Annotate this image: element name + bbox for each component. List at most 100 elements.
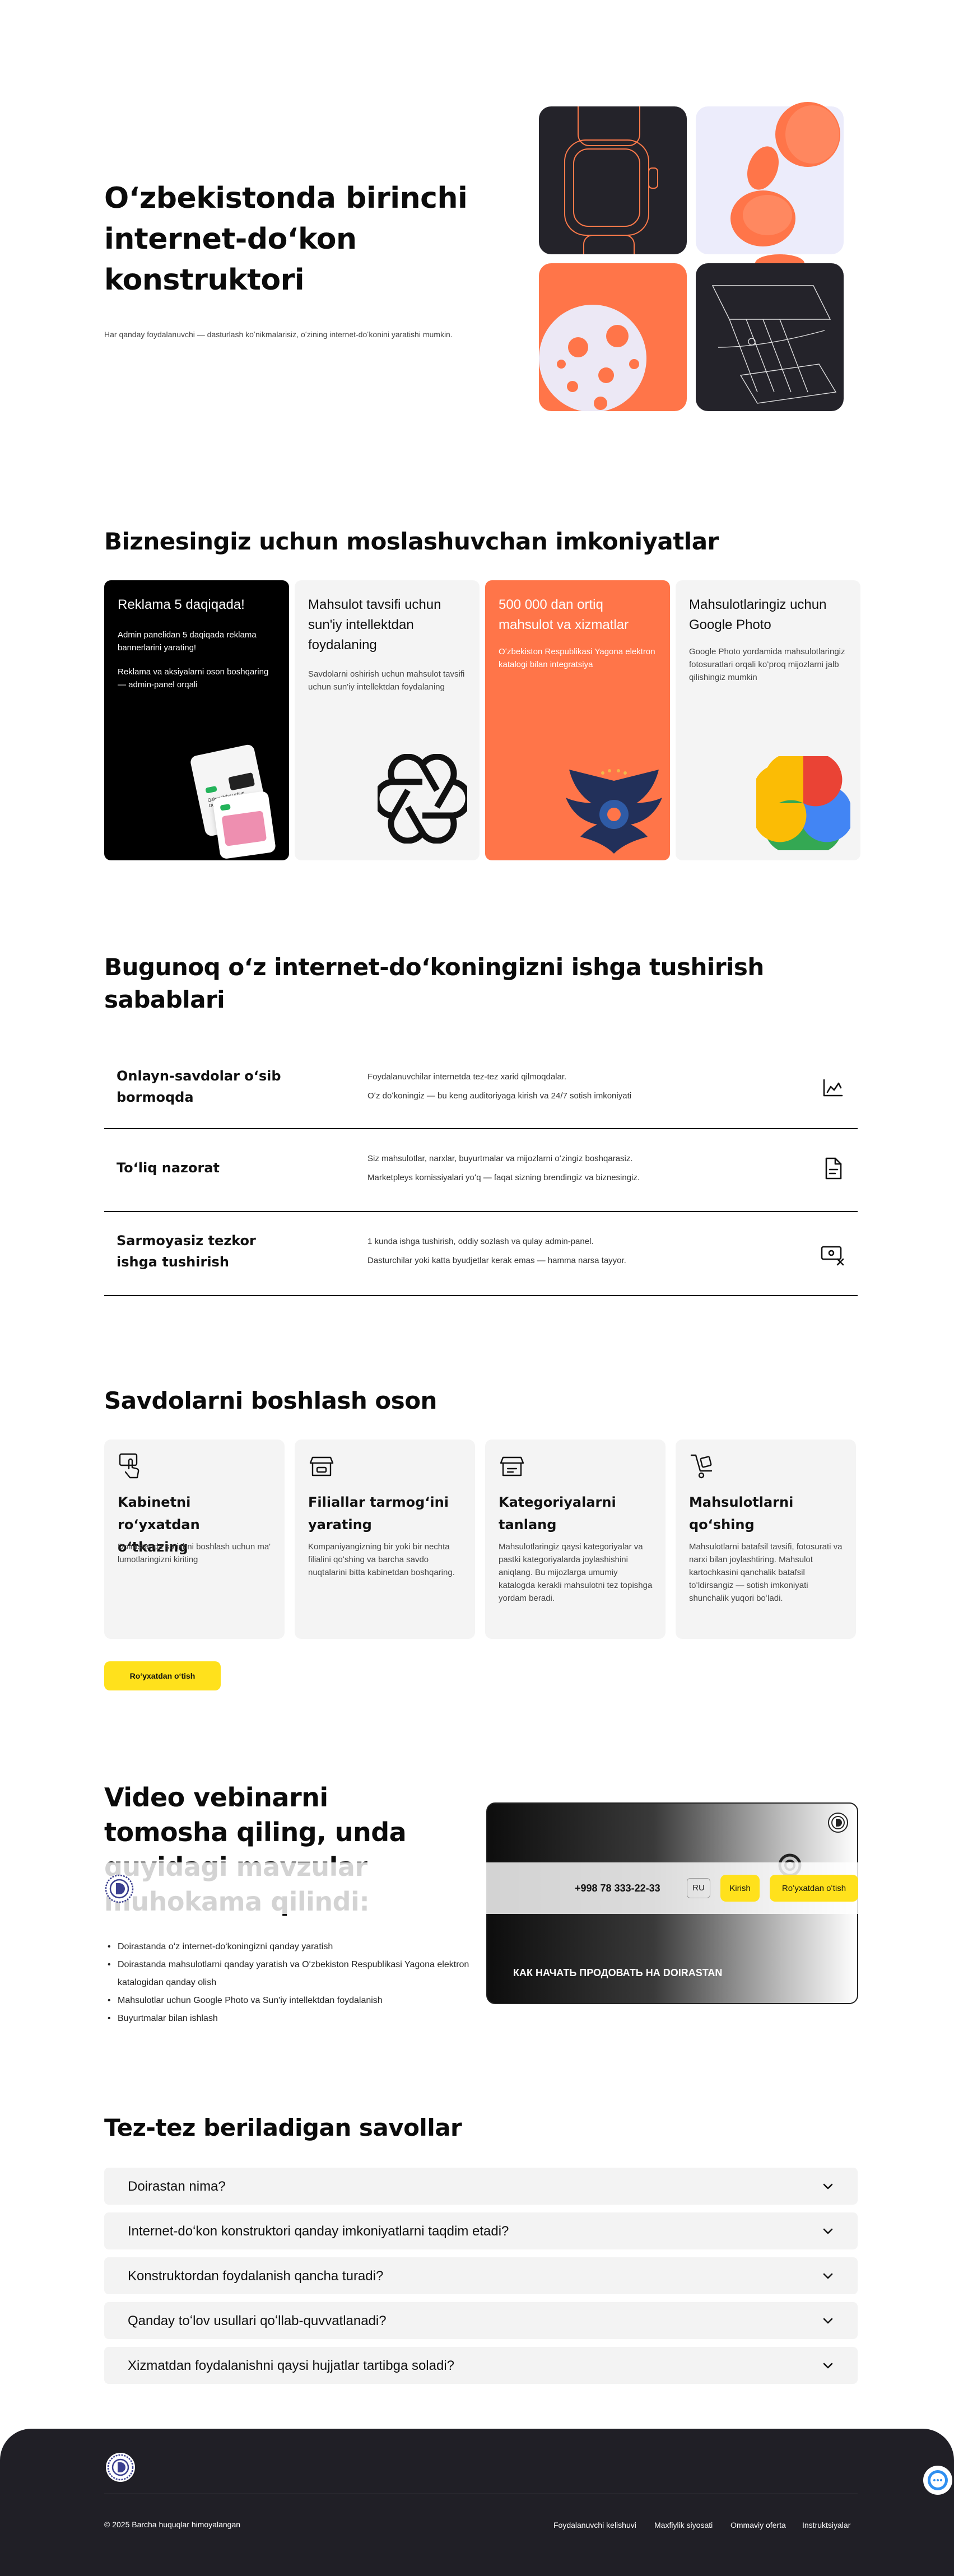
- header-bar: +998 78 333-22-33 RU Kirish Roʻyxatdan o…: [0, 1862, 954, 1914]
- step-title: Filiallar tarmogʻini yarating: [308, 1494, 449, 1532]
- chevron-down-icon: [823, 2273, 833, 2279]
- step-card: Kabinetni roʻyxatdan oʻtkazing Doirastan…: [104, 1440, 285, 1639]
- footer-copyright: © 2025 Barcha huquqlar himoyalangan: [104, 2520, 241, 2529]
- step-card: Mahsulotlarni qoʻshing Mahsulotlarni bat…: [676, 1440, 856, 1639]
- footer-link-user-agreement[interactable]: Foydalanuvchi kelishuvi: [553, 2520, 636, 2530]
- faq-item[interactable]: Konstruktordan foydalanish qancha turadi…: [104, 2257, 858, 2294]
- hero-title: Oʻzbekistonda birinchi internet-doʻkon k…: [104, 181, 468, 297]
- faq-item[interactable]: Internet-doʻkon konstruktori qanday imko…: [104, 2212, 858, 2249]
- faq-item[interactable]: Doirastan nima?: [104, 2168, 858, 2205]
- chat-widget-button[interactable]: [923, 2466, 952, 2495]
- list-item: Buyurtmalar bilan ishlash: [104, 2010, 474, 2028]
- google-photos-icon: [756, 756, 850, 850]
- feature-title: 500 000 dan ortiq mahsulot va xizmatlar: [499, 597, 629, 632]
- reasons-title: Bugunoq oʻz internet-doʻkoningizni ishga…: [104, 953, 764, 1013]
- footer-link-offer[interactable]: Ommaviy oferta: [730, 2520, 786, 2530]
- login-button[interactable]: Kirish: [720, 1875, 760, 1902]
- reason-desc: Siz mahsulotlar, narxlar, buyurtmalar va…: [367, 1154, 633, 1163]
- step-desc: Doirastanda sotishni boshlash uchun ma' …: [118, 1542, 271, 1564]
- list-item: Doirastanda oʻz internet-doʻkoningizni q…: [104, 1938, 474, 1956]
- footer-link-privacy[interactable]: Maxfiylik siyosati: [654, 2520, 713, 2530]
- doirastan-logo-icon[interactable]: [104, 2451, 137, 2484]
- chevron-down-icon: [823, 2183, 833, 2190]
- category-store-icon: [500, 1456, 524, 1476]
- video-caption-brand: DOIRASTAN: [663, 1967, 723, 1978]
- feature-desc: Reklama va aksiyalarni oson boshqaring —…: [118, 667, 269, 690]
- reason-desc: Marketpleys komissiyalari yoʻq — faqat s…: [367, 1173, 640, 1182]
- store-icon: [309, 1456, 334, 1476]
- faq-item[interactable]: Xizmatdan foydalanishni qaysi hujjatlar …: [104, 2347, 858, 2384]
- reason-desc: Foydalanuvchilar internetda tez-tez xari…: [367, 1072, 567, 1082]
- faq-question: Qanday toʻlov usullari qoʻllab-quvvatlan…: [128, 2313, 387, 2328]
- step-card: Kategoriyalarni tanlang Mahsulotlaringiz…: [485, 1440, 666, 1639]
- reason-row: Sarmoyasiz tezkor ishga tushirish 1 kund…: [104, 1212, 858, 1296]
- document-icon: [825, 1157, 842, 1180]
- chevron-down-icon: [823, 2318, 833, 2324]
- step-desc: Mahsulotlarni batafsil tavsifi, fotosura…: [689, 1542, 843, 1603]
- coins-icon: [730, 102, 840, 272]
- header-phone[interactable]: +998 78 333-22-33: [575, 1883, 660, 1894]
- reason-desc: 1 kunda ishga tushirish, oddiy sozlash v…: [367, 1237, 594, 1246]
- chat-bubble-icon: [928, 2470, 948, 2490]
- reason-title: Toʻliq nazorat: [117, 1160, 220, 1176]
- steps-title: Savdolarni boshlash oson: [104, 1387, 437, 1414]
- watch-tile: [539, 106, 687, 254]
- list-item: Doirastanda mahsulotlarni qanday yaratis…: [104, 1956, 474, 1992]
- feature-card-ai: Mahsulot tavsifi uchun sun'iy intellektd…: [295, 580, 480, 860]
- feature-desc: Admin panelidan 5 daqiqada reklama banne…: [118, 630, 257, 653]
- reason-title: Sarmoyasiz tezkor ishga tushirish: [117, 1233, 256, 1270]
- feature-title: Mahsulotlaringiz uchun Google Photo: [689, 597, 827, 632]
- faq-question: Doirastan nima?: [128, 2179, 226, 2194]
- moon-tile: [539, 263, 687, 411]
- webinar-topics: Doirastanda oʻz internet-doʻkoningizni q…: [104, 1938, 474, 2028]
- faq-title: Tez-tez beriladigan savollar: [104, 2114, 462, 2141]
- chevron-down-icon: [823, 2363, 833, 2369]
- feature-title: Mahsulot tavsifi uchun sun'iy intellektd…: [308, 597, 441, 653]
- reason-desc: Dasturchilar yoki katta byudjetlar kerak…: [367, 1256, 626, 1265]
- footer: © 2025 Barcha huquqlar himoyalangan Foyd…: [0, 2429, 954, 2576]
- feature-desc: Savdolarni oshirish uchun mahsulot tavsi…: [308, 669, 465, 692]
- watch-strap-icon: [711, 285, 837, 404]
- video-caption: КАК НАЧАТЬ ПРОДОВАТЬ НА DOIRASTAN: [513, 1967, 722, 1979]
- list-item: Mahsulotlar uchun Google Photo va Sun'iy…: [104, 1992, 474, 2010]
- hand-pointer-icon: [119, 1453, 139, 1479]
- doirastan-logo-icon[interactable]: [104, 1874, 134, 1904]
- features-title: Biznesingiz uchun moslashuvchan imkoniya…: [104, 528, 719, 555]
- feature-card-google-photo: Mahsulotlaringiz uchun Google Photo Goog…: [676, 580, 860, 860]
- eagle-emblem-icon: [566, 769, 662, 854]
- feature-desc: Oʻzbekiston Respublikasi Yagona elektron…: [499, 647, 655, 669]
- reason-row: Onlayn-savdolar oʻsib bormoqda Foydalanu…: [104, 1047, 858, 1129]
- coins-tile: [696, 102, 844, 272]
- chart-growth-icon: [823, 1079, 843, 1097]
- openai-icon: [378, 754, 467, 844]
- step-card: Filiallar tarmogʻini yarating Kompaniyan…: [295, 1440, 475, 1639]
- watch-icon: [564, 106, 658, 254]
- feature-title: Reklama 5 daqiqada!: [118, 597, 245, 612]
- doirastan-logo-icon: [828, 1813, 848, 1833]
- reason-desc: Oʻz doʻkoningiz — bu keng auditoriyaga k…: [367, 1091, 632, 1101]
- faq-question: Konstruktordan foydalanish qancha turadi…: [128, 2268, 384, 2284]
- chevron-down-icon: [823, 2228, 833, 2234]
- video-caption-text: КАК НАЧАТЬ ПРОДОВАТЬ НА: [513, 1967, 660, 1978]
- step-desc: Mahsulotlaringiz qaysi kategoriyalar va …: [499, 1542, 653, 1603]
- header-register-button[interactable]: Roʻyxatdan oʻtish: [770, 1875, 858, 1902]
- footer-link-instructions[interactable]: Instruktsiyalar: [802, 2520, 850, 2530]
- step-desc: Kompaniyangizning bir yoki bir nechta fi…: [308, 1542, 455, 1577]
- feature-card-catalog: 500 000 dan ortiq mahsulot va xizmatlar …: [485, 580, 670, 860]
- hero-subtitle: Har qanday foydalanuvchi — dasturlash ko…: [104, 330, 453, 339]
- feature-desc: Google Photo yordamida mahsulotlaringiz …: [689, 647, 845, 682]
- step-title: Kategoriyalarni tanlang: [499, 1494, 616, 1532]
- language-switch[interactable]: RU: [687, 1878, 710, 1898]
- faq-question: Internet-doʻkon konstruktori qanday imko…: [128, 2224, 509, 2239]
- strap-tile: [696, 263, 844, 411]
- reason-row: Toʻliq nazorat Siz mahsulotlar, narxlar,…: [104, 1129, 858, 1212]
- register-button[interactable]: Roʻyxatdan oʻtish: [104, 1661, 221, 1690]
- feature-card-ads: Reklama 5 daqiqada! Admin panelidan 5 da…: [104, 580, 289, 860]
- money-cross-icon: [821, 1246, 844, 1266]
- moon-icon: [539, 305, 646, 411]
- step-title: Mahsulotlarni qoʻshing: [689, 1494, 794, 1532]
- banner-mockup: Qahvachilar uchun Doirasta: [189, 743, 277, 860]
- faq-item[interactable]: Qanday toʻlov usullari qoʻllab-quvvatlan…: [104, 2302, 858, 2339]
- trolley-icon: [690, 1454, 713, 1479]
- reason-title: Onlayn-savdolar oʻsib bormoqda: [117, 1068, 281, 1105]
